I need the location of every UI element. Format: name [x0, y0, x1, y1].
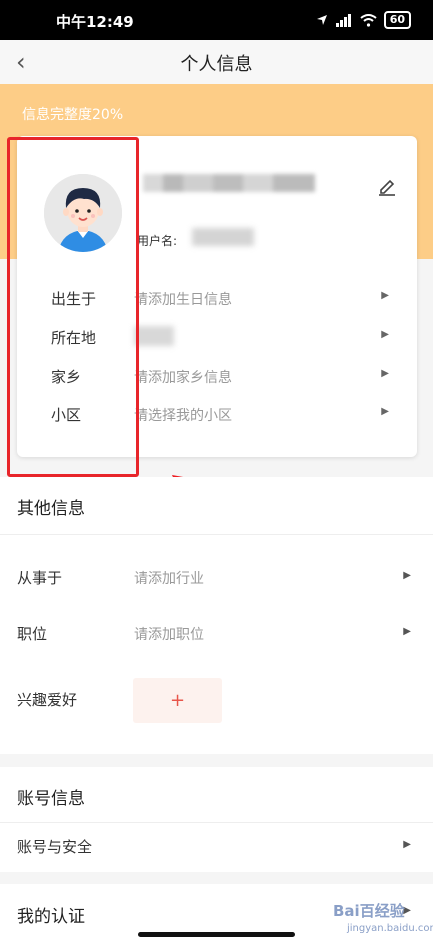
page-title: 个人信息: [180, 54, 253, 75]
status-bar: 中午12:49 60: [0, 0, 433, 40]
hobby-label: 兴趣爱好: [17, 691, 78, 709]
position-value: 请添加职位: [134, 627, 204, 643]
status-icons: 60: [316, 11, 411, 29]
status-time: 中午12:49: [56, 13, 134, 31]
chevron-right-icon: ▶: [381, 329, 389, 340]
highlight-box: [7, 137, 139, 477]
edit-icon[interactable]: [375, 174, 399, 198]
chevron-right-icon: ▶: [381, 368, 389, 379]
other-info-title: 其他信息: [17, 499, 85, 519]
position-label: 职位: [17, 625, 48, 643]
position-row[interactable]: 职位 请添加职位 ▶: [0, 611, 433, 655]
chevron-right-icon: ▶: [381, 290, 389, 301]
chevron-right-icon: ▶: [403, 626, 411, 637]
divider: [0, 534, 433, 535]
wifi-icon: [360, 13, 377, 27]
nickname-blurred: [143, 174, 315, 192]
industry-label: 从事于: [17, 569, 63, 587]
location-icon: [316, 15, 327, 25]
battery-icon: 60: [383, 11, 411, 29]
chevron-right-icon: ▶: [381, 406, 389, 417]
nav-bar: ‹ 个人信息: [0, 40, 433, 84]
add-hobby-button[interactable]: +: [133, 678, 222, 723]
certification-title: 我的认证: [17, 907, 85, 927]
watermark-text: Bai百经验: [333, 902, 405, 920]
completeness-text: 信息完整度20%: [22, 107, 124, 123]
chevron-right-icon: ▶: [403, 839, 411, 850]
username-label: 用户名:: [137, 234, 178, 248]
industry-row[interactable]: 从事于 请添加行业 ▶: [0, 555, 433, 599]
birthday-value: 请添加生日信息: [134, 292, 232, 308]
account-title: 账号信息: [17, 789, 85, 809]
location-value-blurred: [134, 326, 174, 346]
account-section: 账号信息 账号与安全 ▶: [0, 767, 433, 872]
chevron-right-icon: ▶: [403, 570, 411, 581]
signal-icon: [335, 13, 351, 27]
username-blurred: [192, 228, 254, 246]
divider: [0, 822, 433, 823]
community-value: 请选择我的小区: [134, 408, 232, 424]
watermark-sub: jingyan.baidu.com: [347, 923, 433, 934]
baidu-watermark: Bai百经验 jingyan.baidu.com: [313, 897, 433, 941]
account-security-label: 账号与安全: [17, 838, 93, 856]
industry-value: 请添加行业: [134, 571, 204, 587]
other-info-section: 其他信息 从事于 请添加行业 ▶ 职位 请添加职位 ▶ 兴趣爱好 +: [0, 477, 433, 754]
home-indicator: [138, 932, 295, 937]
account-security-row[interactable]: 账号与安全 ▶: [0, 825, 433, 869]
hometown-value: 请添加家乡信息: [134, 370, 232, 386]
